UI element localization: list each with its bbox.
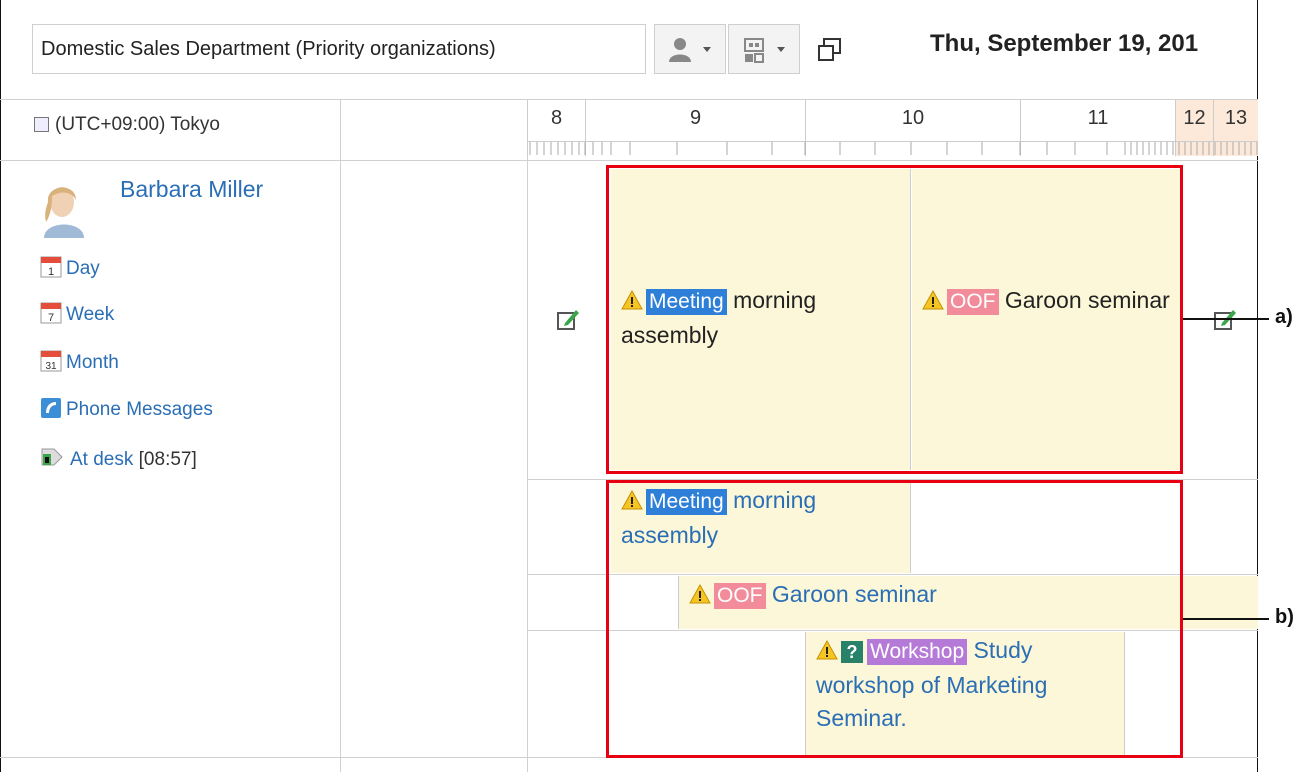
time-ticks xyxy=(527,142,1258,155)
avatar xyxy=(38,178,90,238)
highlight-box-b xyxy=(606,480,1183,758)
user-icon xyxy=(669,38,691,62)
chevron-down-icon xyxy=(777,47,785,52)
day-view-link[interactable]: 1 Day xyxy=(40,254,100,284)
user-view-button[interactable] xyxy=(654,24,726,74)
callout-label-b: b) xyxy=(1275,606,1294,628)
svg-text:1: 1 xyxy=(48,266,54,278)
user-name-link[interactable]: Barbara Miller xyxy=(120,176,263,203)
grid-line xyxy=(0,160,1258,161)
chevron-down-icon xyxy=(703,47,711,52)
calendar-week-icon: 7 xyxy=(40,300,62,330)
phone-messages-link[interactable]: Phone Messages xyxy=(40,397,213,425)
organization-select[interactable]: Domestic Sales Department (Priority orga… xyxy=(32,24,646,74)
calendar-month-icon: 31 xyxy=(40,348,62,378)
add-schedule-icon[interactable] xyxy=(1213,308,1237,332)
callout-line-a xyxy=(1183,318,1269,320)
callout-line-b xyxy=(1183,618,1269,620)
grid-line xyxy=(340,99,341,772)
svg-text:31: 31 xyxy=(45,361,57,372)
grid-line xyxy=(527,99,528,772)
timezone-icon xyxy=(34,117,49,132)
facility-icon xyxy=(744,38,764,63)
svg-text:7: 7 xyxy=(48,312,54,324)
presence-icon xyxy=(40,445,66,475)
phone-icon xyxy=(40,397,62,425)
presence-link[interactable]: At desk [08:57] xyxy=(40,445,197,475)
popup-window-icon[interactable] xyxy=(816,36,844,64)
month-view-link[interactable]: 31 Month xyxy=(40,348,119,378)
calendar-day-icon: 1 xyxy=(40,254,62,284)
week-view-link[interactable]: 7 Week xyxy=(40,300,114,330)
facility-view-button[interactable] xyxy=(728,24,800,74)
timezone-label[interactable]: (UTC+09:00) Tokyo xyxy=(34,114,220,136)
date-title: Thu, September 19, 201 xyxy=(930,30,1199,57)
highlight-box-a xyxy=(606,165,1183,474)
add-schedule-icon[interactable] xyxy=(556,308,580,332)
callout-label-a: a) xyxy=(1275,306,1293,328)
